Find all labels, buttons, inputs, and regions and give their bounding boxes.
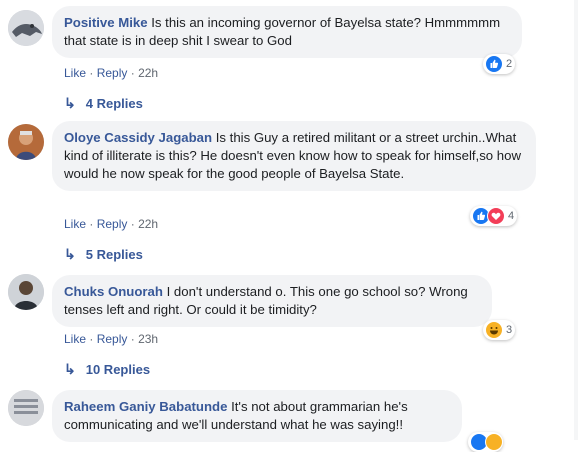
avatar-image (8, 390, 44, 426)
view-replies-link[interactable]: ↳ 4 Replies (64, 95, 143, 112)
comment-author[interactable]: Oloye Cassidy Jagaban (64, 130, 212, 145)
view-replies-link[interactable]: ↳ 5 Replies (64, 246, 143, 263)
reaction-summary[interactable] (468, 432, 503, 452)
replies-count: 4 Replies (85, 96, 143, 111)
reaction-summary[interactable]: 4 (470, 206, 518, 226)
separator: · (130, 217, 135, 231)
like-reaction-icon (485, 55, 503, 73)
view-replies-link[interactable]: ↳ 10 Replies (64, 361, 150, 378)
replies-count: 5 Replies (85, 247, 143, 262)
reaction-summary[interactable]: 3 (483, 320, 516, 340)
like-link[interactable]: Like (64, 217, 86, 231)
replies-count: 10 Replies (85, 362, 151, 377)
comment-actions: Like · Reply · 22h (64, 217, 158, 231)
avatar-image (8, 10, 44, 46)
comment-actions: Like · Reply · 23h (64, 332, 158, 346)
avatar[interactable] (8, 10, 44, 46)
reply-arrow-icon: ↳ (64, 95, 76, 111)
reaction-count: 2 (506, 58, 513, 70)
comment-bubble: Raheem Ganiy Babatunde It's not about gr… (52, 390, 462, 442)
haha-reaction-icon (485, 321, 503, 339)
reply-link[interactable]: Reply (97, 217, 128, 231)
love-reaction-icon (487, 207, 505, 225)
separator: · (130, 66, 135, 80)
like-link[interactable]: Like (64, 66, 86, 80)
avatar-image (8, 274, 44, 310)
reply-arrow-icon: ↳ (64, 361, 76, 377)
avatar[interactable] (8, 124, 44, 160)
reaction-summary[interactable]: 2 (483, 54, 516, 74)
reply-arrow-icon: ↳ (64, 246, 76, 262)
reply-link[interactable]: Reply (97, 332, 128, 346)
haha-reaction-icon (485, 433, 503, 451)
reaction-count: 4 (508, 210, 515, 222)
comment-bubble: Oloye Cassidy Jagaban Is this Guy a reti… (52, 121, 536, 191)
comment-author[interactable]: Positive Mike (64, 15, 148, 30)
comment-bubble: Positive Mike Is this an incoming govern… (52, 6, 522, 58)
comment-time[interactable]: 23h (138, 332, 158, 346)
scrollbar-track[interactable] (574, 0, 578, 440)
comment-time[interactable]: 22h (138, 217, 158, 231)
comment-actions: Like · Reply · 22h (64, 66, 158, 80)
comment-author[interactable]: Raheem Ganiy Babatunde (64, 399, 227, 414)
comment-author[interactable]: Chuks Onuorah (64, 284, 163, 299)
avatar-image (8, 124, 44, 160)
comment-time[interactable]: 22h (138, 66, 158, 80)
like-link[interactable]: Like (64, 332, 86, 346)
reply-link[interactable]: Reply (97, 66, 128, 80)
separator: · (130, 332, 135, 346)
avatar[interactable] (8, 274, 44, 310)
separator: · (89, 332, 94, 346)
reaction-count: 3 (506, 324, 513, 336)
separator: · (89, 66, 94, 80)
separator: · (89, 217, 94, 231)
avatar[interactable] (8, 390, 44, 426)
comment-bubble: Chuks Onuorah I don't understand o. This… (52, 275, 492, 327)
